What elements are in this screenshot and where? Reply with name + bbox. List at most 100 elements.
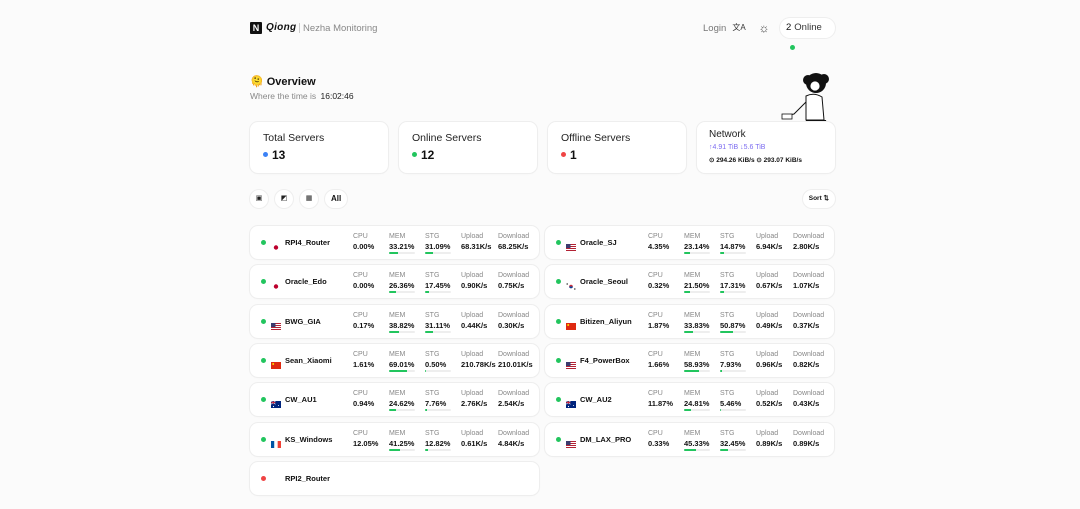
- usage-bar: [389, 291, 415, 293]
- metric-label: MEM: [389, 351, 406, 358]
- metric-value: 14.87%: [720, 242, 746, 251]
- metric-value: 69.01%: [389, 360, 415, 369]
- server-card[interactable]: CW_AU1 CPU 0.94% MEM 24.62% STG 7.76% Upload 2.7…: [250, 383, 539, 416]
- online-servers-card[interactable]: Online Servers 12: [399, 122, 537, 173]
- metric-label: CPU: [353, 233, 368, 240]
- server-card[interactable]: BWG_GIA CPU 0.17% MEM 38.82% STG 31.11% Upload 0…: [250, 305, 539, 338]
- metric-mem: MEM 38.82%: [389, 312, 415, 333]
- usage-bar-fill: [425, 449, 429, 451]
- metric-label: MEM: [684, 351, 701, 358]
- status-dot-icon: [261, 358, 266, 363]
- metric-stg: STG 17.45%: [425, 272, 451, 293]
- total-servers-card[interactable]: Total Servers 13: [250, 122, 388, 173]
- usage-bar: [425, 331, 451, 333]
- download-total: ↓5.6 TiB: [740, 144, 766, 151]
- offline-servers-card[interactable]: Offline Servers 1: [548, 122, 686, 173]
- metric-label: Download: [793, 351, 825, 358]
- usage-bar-fill: [684, 370, 700, 372]
- metric-label: STG: [720, 430, 735, 437]
- metric-label: Download: [793, 430, 825, 437]
- view-table-icon[interactable]: ▦: [300, 190, 318, 208]
- usage-bar: [720, 409, 746, 411]
- metric-value: 2.54K/s: [498, 399, 525, 408]
- metric-label: STG: [720, 312, 735, 319]
- usage-bar-fill: [389, 291, 396, 293]
- metric-value: 58.93%: [684, 360, 710, 369]
- login-link[interactable]: Login: [703, 23, 726, 34]
- metric-mem: MEM 69.01%: [389, 351, 415, 372]
- metric-down: Download 0.82K/s: [793, 351, 824, 369]
- server-card[interactable]: Oracle_Seoul CPU 0.32% MEM 21.50% STG 17.31% Up…: [545, 265, 834, 298]
- brand-name[interactable]: Qiong: [266, 22, 296, 33]
- metric-up: Upload 6.94K/s: [756, 233, 782, 251]
- metric-label: Upload: [756, 430, 779, 437]
- metric-value: 0.75K/s: [498, 281, 525, 290]
- metric-up: Upload 0.67K/s: [756, 272, 782, 290]
- server-card[interactable]: RPI4_Router CPU 0.00% MEM 33.21% STG 31.09% Upl…: [250, 226, 539, 259]
- logo[interactable]: N: [250, 22, 262, 34]
- usage-bar: [720, 449, 746, 451]
- metric-label: Download: [498, 272, 530, 279]
- server-card[interactable]: KS_Windows CPU 12.05% MEM 41.25% STG 12.82% Upl…: [250, 423, 539, 456]
- usage-bar-fill: [720, 252, 724, 254]
- total-servers-label: Total Servers: [263, 132, 325, 144]
- metric-value: 33.83%: [684, 321, 710, 330]
- server-card[interactable]: Bitizen_Aliyun CPU 1.87% MEM 33.83% STG 50.87%…: [545, 305, 834, 338]
- sort-button[interactable]: Sort ⇅: [802, 190, 835, 208]
- server-card[interactable]: F4_PowerBox CPU 1.66% MEM 58.93% STG 7.93% Uplo…: [545, 344, 834, 377]
- server-card[interactable]: Oracle_Edo CPU 0.00% MEM 26.36% STG 17.45% Uplo…: [250, 265, 539, 298]
- divider: [299, 23, 300, 33]
- usage-bar: [720, 370, 746, 372]
- flag-us-icon: [566, 356, 576, 369]
- metric-label: CPU: [648, 312, 663, 319]
- server-name: RPI4_Router: [285, 238, 331, 247]
- metric-cpu: CPU 11.87%: [648, 390, 673, 408]
- metric-label: MEM: [684, 430, 701, 437]
- metric-label: MEM: [389, 272, 406, 279]
- filter-all-button[interactable]: All: [325, 190, 348, 208]
- view-map-icon[interactable]: ◩: [275, 190, 293, 208]
- total-servers-value: 13: [263, 148, 285, 162]
- metric-label: STG: [720, 390, 735, 397]
- status-dot-icon: [261, 240, 266, 245]
- usage-bar: [684, 331, 710, 333]
- status-dot-icon: [261, 319, 266, 324]
- theme-toggle-icon[interactable]: ☼: [756, 20, 772, 36]
- metric-value: 12.82%: [425, 439, 451, 448]
- total-count: 13: [272, 148, 286, 162]
- metric-value: 17.45%: [425, 281, 451, 290]
- metric-label: Upload: [461, 430, 484, 437]
- flag-kr-icon: [566, 277, 576, 290]
- server-card[interactable]: CW_AU2 CPU 11.87% MEM 24.81% STG 5.46% Upload 0.…: [545, 383, 834, 416]
- metric-label: STG: [425, 430, 440, 437]
- usage-bar: [425, 252, 451, 254]
- metric-cpu: CPU 0.33%: [648, 430, 669, 448]
- network-card[interactable]: Network ↑4.91 TiB ↓5.6 TiB ⊙ 294.26 KiB/…: [697, 122, 835, 173]
- server-card[interactable]: Sean_Xiaomi CPU 1.61% MEM 69.01% STG 0.50% Uplo…: [250, 344, 539, 377]
- metric-value: 0.61K/s: [461, 439, 488, 448]
- network-speed: ⊙ 294.26 KiB/s ⊙ 293.07 KiB/s: [709, 157, 802, 164]
- metric-label: Download: [793, 312, 825, 319]
- server-card[interactable]: DM_LAX_PRO CPU 0.33% MEM 45.33% STG 32.45% Uplo…: [545, 423, 834, 456]
- metric-value: 0.33%: [648, 439, 670, 448]
- metric-label: MEM: [389, 390, 406, 397]
- flag-us-icon: [566, 238, 576, 251]
- language-icon[interactable]: 文A: [731, 20, 747, 36]
- status-dot-icon: [261, 397, 266, 402]
- server-card[interactable]: Oracle_SJ CPU 4.35% MEM 23.14% STG 14.87% Uploa…: [545, 226, 834, 259]
- metric-value: 38.82%: [389, 321, 415, 330]
- usage-bar: [389, 409, 415, 411]
- view-grid-icon[interactable]: ▣: [250, 190, 268, 208]
- server-name: KS_Windows: [285, 435, 333, 444]
- server-card[interactable]: RPI2_Router: [250, 462, 539, 495]
- usage-bar-fill: [389, 409, 396, 411]
- metric-value: 23.14%: [684, 242, 710, 251]
- metric-up: Upload 0.61K/s: [461, 430, 487, 448]
- metric-cpu: CPU 12.05%: [353, 430, 378, 448]
- server-name: F4_PowerBox: [580, 356, 630, 365]
- metric-value: 0.50%: [425, 360, 447, 369]
- filter-bar: ▣ ◩ ▦ All Sort ⇅: [250, 190, 835, 208]
- usage-bar: [684, 291, 710, 293]
- metric-label: STG: [425, 351, 440, 358]
- metric-up: Upload 0.89K/s: [756, 430, 782, 448]
